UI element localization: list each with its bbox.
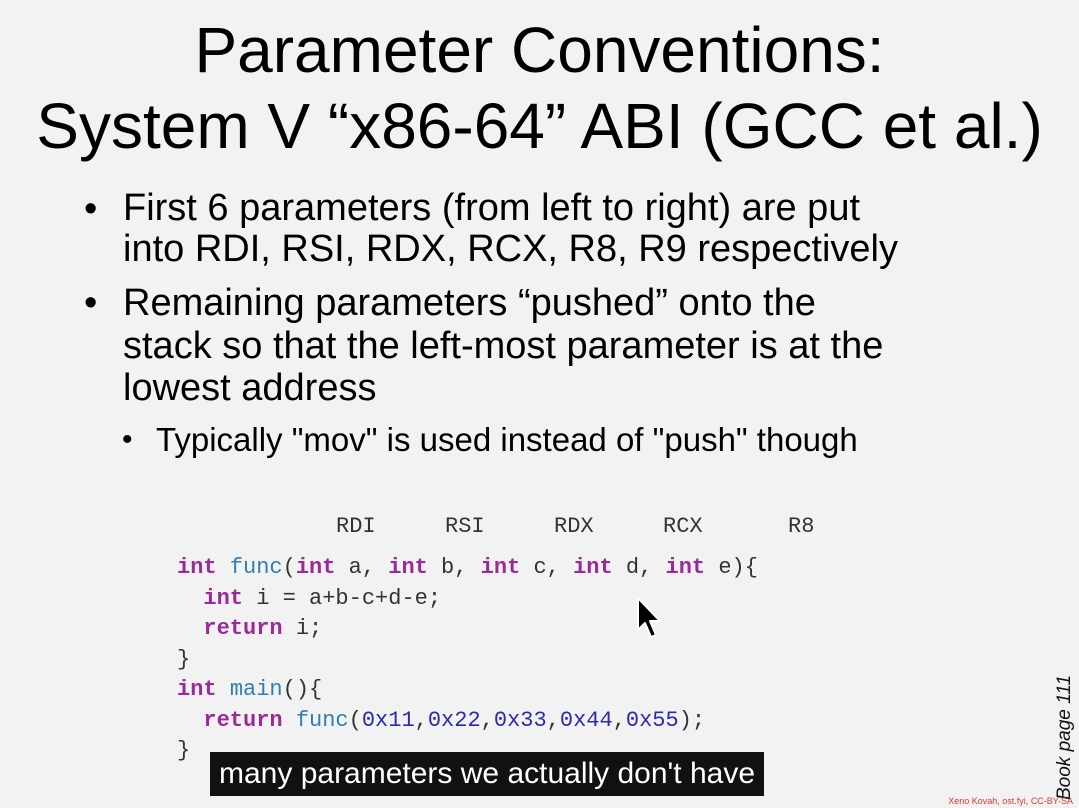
bullet-1-line-2: into RDI, RSI, RDX, RCX, R8, R9 respecti… (123, 228, 898, 270)
register-label-rsi: RSI (445, 514, 485, 539)
code-block: int func(int a, int b, int c, int d, int… (177, 553, 758, 767)
credit-text: Xeno Kovah, ost.fyi, CC-BY-SA (948, 796, 1073, 806)
book-page-label: Book page 111 (1054, 674, 1075, 800)
register-label-r8: R8 (788, 514, 815, 539)
sub-bullet-text: Typically "mov" is used instead of "push… (156, 421, 858, 458)
mouse-cursor-icon (637, 597, 661, 638)
bullet-1-line-1: First 6 parameters (from left to right) … (123, 187, 861, 229)
code-line-4: } (177, 646, 191, 672)
slide-title-line-2: System V “x86-64” ABI (GCC et al.) (36, 90, 1043, 162)
bullet-2-line-3: lowest address (123, 367, 377, 409)
bullet-dot: • (84, 282, 98, 324)
video-caption: many parameters we actually don't have (210, 752, 765, 796)
bullet-2-line-2: stack so that the left-most parameter is… (123, 325, 884, 367)
code-line-1: int func(int a, int b, int c, int d, int… (177, 555, 758, 580)
sub-bullet-dot: • (122, 423, 133, 456)
code-line-6: return func(0x11,0x22,0x33,0x44,0x55); (203, 707, 706, 733)
code-line-3: return i; (203, 616, 323, 641)
register-label-rdi: RDI (336, 514, 376, 539)
bullet-dot: • (84, 188, 98, 230)
slide-title-line-1: Parameter Conventions: (194, 14, 885, 86)
register-label-rcx: RCX (663, 514, 703, 539)
bullet-2-line-1: Remaining parameters “pushed” onto the (123, 282, 816, 324)
code-line-2: int i = a+b-c+d-e; (203, 585, 442, 611)
register-label-rdx: RDX (554, 514, 594, 539)
code-line-5: int main(){ (177, 677, 323, 702)
